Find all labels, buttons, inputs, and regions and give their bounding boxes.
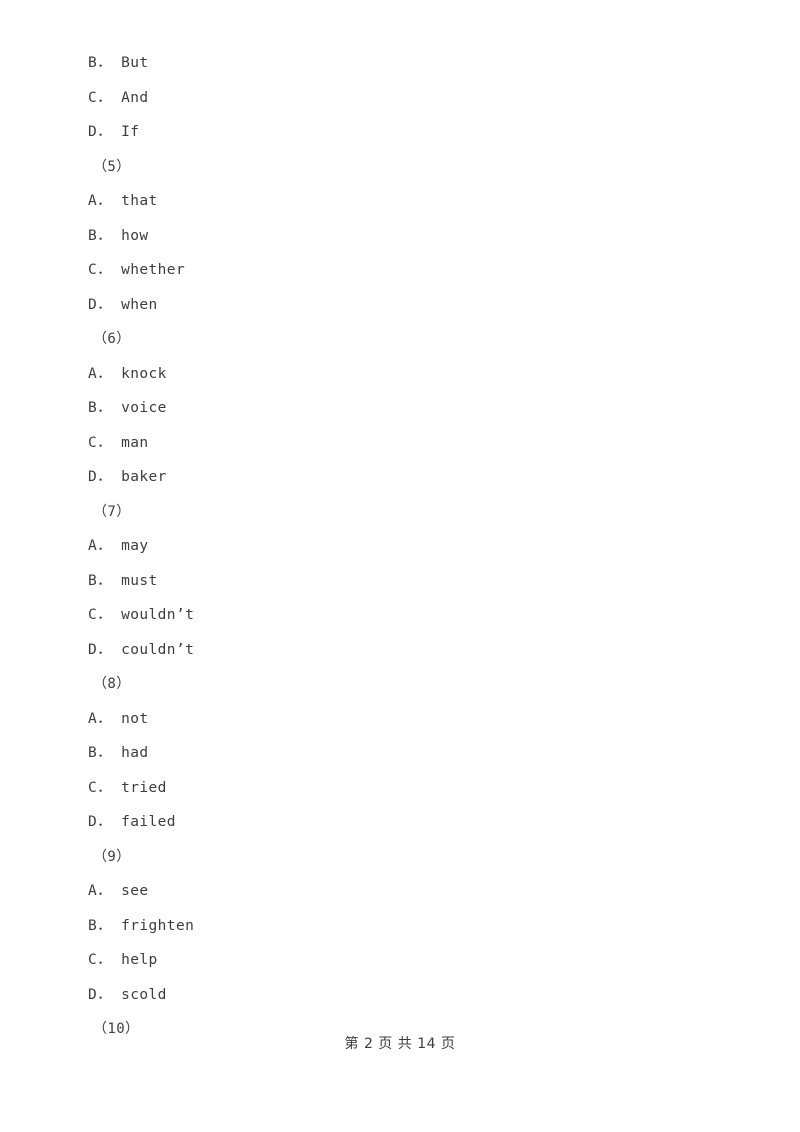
- answer-option: C． help: [88, 952, 158, 968]
- answer-option: C． wouldn’t: [88, 607, 195, 623]
- answer-option: C． And: [88, 89, 149, 106]
- answer-option: B． how: [88, 227, 149, 244]
- answer-option: C． whether: [88, 262, 186, 278]
- answer-option: B． But: [88, 55, 149, 71]
- answer-option: A． knock: [88, 365, 167, 382]
- answer-option: B． frighten: [88, 917, 195, 934]
- page-footer: 第 2 页 共 14 页: [344, 1036, 456, 1052]
- answer-option: D． failed: [88, 814, 176, 830]
- question-options-list: B． But C． And D． If （5） A． that B． how C． whet…: [88, 46, 708, 1047]
- answer-option: C． man: [88, 434, 149, 451]
- answer-option: B． voice: [88, 400, 167, 416]
- question-number: （7）: [93, 503, 131, 520]
- answer-option: D． scold: [88, 986, 167, 1003]
- answer-option: A． that: [88, 193, 158, 209]
- answer-option: D． when: [88, 296, 158, 313]
- answer-option: D． baker: [88, 469, 167, 485]
- question-number: （5）: [93, 158, 131, 175]
- answer-option: C． tried: [88, 779, 167, 796]
- answer-option: D． couldn’t: [88, 641, 195, 658]
- document-page: B． But C． And D． If （5） A． that B． how C． whet…: [0, 0, 800, 1132]
- question-number: （9）: [93, 848, 131, 865]
- answer-option: D． If: [88, 124, 140, 140]
- question-number: （8）: [93, 676, 131, 692]
- answer-option: B． must: [88, 572, 158, 589]
- answer-option: B． had: [88, 745, 149, 761]
- answer-option: A． not: [88, 710, 149, 727]
- answer-option: A． may: [88, 538, 149, 554]
- question-number: （6）: [93, 331, 131, 347]
- answer-option: A． see: [88, 883, 149, 899]
